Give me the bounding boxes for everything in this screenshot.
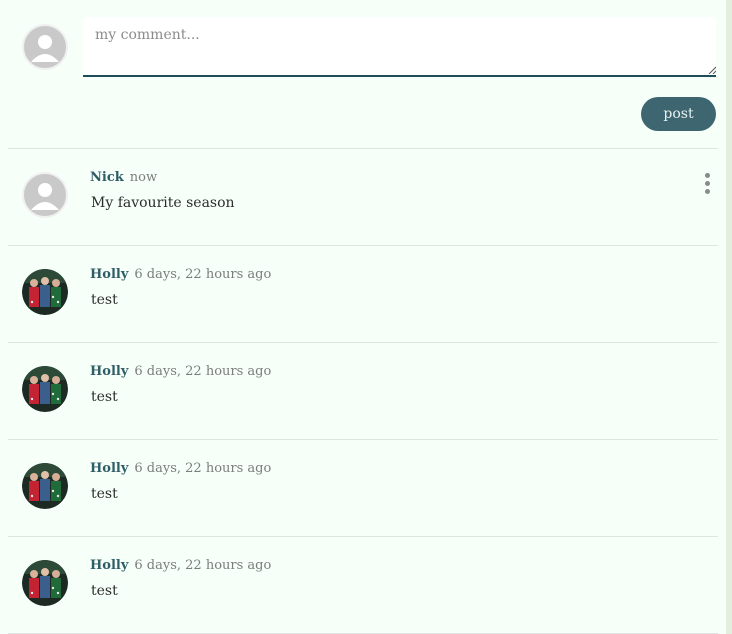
author-link[interactable]: Holly xyxy=(90,558,128,573)
group-photo-avatar-icon xyxy=(22,366,68,412)
group-photo-avatar-icon xyxy=(22,463,68,509)
avatar[interactable] xyxy=(22,463,68,509)
current-user-avatar xyxy=(22,24,68,70)
timestamp: 6 days, 22 hours ago xyxy=(134,267,272,282)
comment-item: Holly 6 days, 22 hours ago test xyxy=(0,537,726,633)
comment-text: test xyxy=(91,486,118,502)
comment-text: My favourite season xyxy=(91,195,235,211)
comment-text: test xyxy=(91,583,118,599)
author-link[interactable]: Holly xyxy=(90,461,128,476)
default-user-avatar-icon xyxy=(22,172,68,218)
default-user-avatar-icon xyxy=(22,24,68,70)
comment-item: Holly 6 days, 22 hours ago test xyxy=(0,440,726,536)
comment-item: Holly 6 days, 22 hours ago test xyxy=(0,246,726,342)
comment-composer: post xyxy=(0,0,726,148)
more-options-button[interactable] xyxy=(701,173,713,199)
comment-item: Holly 6 days, 22 hours ago test xyxy=(0,343,726,439)
comment-meta: Nick now xyxy=(90,170,157,185)
comments-page: post Nicknow My favourite season xyxy=(0,0,732,634)
author-link[interactable]: Holly xyxy=(90,364,128,379)
group-photo-avatar-icon xyxy=(22,269,68,315)
avatar[interactable] xyxy=(22,366,68,412)
author-link[interactable]: Nick xyxy=(90,170,124,185)
comment-meta: Holly 6 days, 22 hours ago xyxy=(90,461,271,476)
resize-grip-icon[interactable] xyxy=(708,66,716,74)
comment-item: Nick now My favourite season xyxy=(0,149,726,245)
avatar[interactable] xyxy=(22,269,68,315)
comment-input[interactable] xyxy=(83,17,716,77)
timestamp: 6 days, 22 hours ago xyxy=(134,558,272,573)
timestamp: 6 days, 22 hours ago xyxy=(134,364,272,379)
author-link[interactable]: Holly xyxy=(90,267,128,282)
comment-meta: Holly 6 days, 22 hours ago xyxy=(90,364,271,379)
avatar[interactable] xyxy=(22,560,68,606)
comment-text: test xyxy=(91,292,118,308)
page-edge xyxy=(726,0,732,634)
avatar[interactable] xyxy=(22,172,68,218)
group-photo-avatar-icon xyxy=(22,560,68,606)
comment-meta: Holly 6 days, 22 hours ago xyxy=(90,267,271,282)
post-button[interactable]: post xyxy=(641,97,716,131)
timestamp: 6 days, 22 hours ago xyxy=(134,461,272,476)
comment-meta: Holly 6 days, 22 hours ago xyxy=(90,558,271,573)
timestamp: now xyxy=(129,170,158,185)
comment-text: test xyxy=(91,389,118,405)
more-vertical-icon xyxy=(704,173,710,178)
